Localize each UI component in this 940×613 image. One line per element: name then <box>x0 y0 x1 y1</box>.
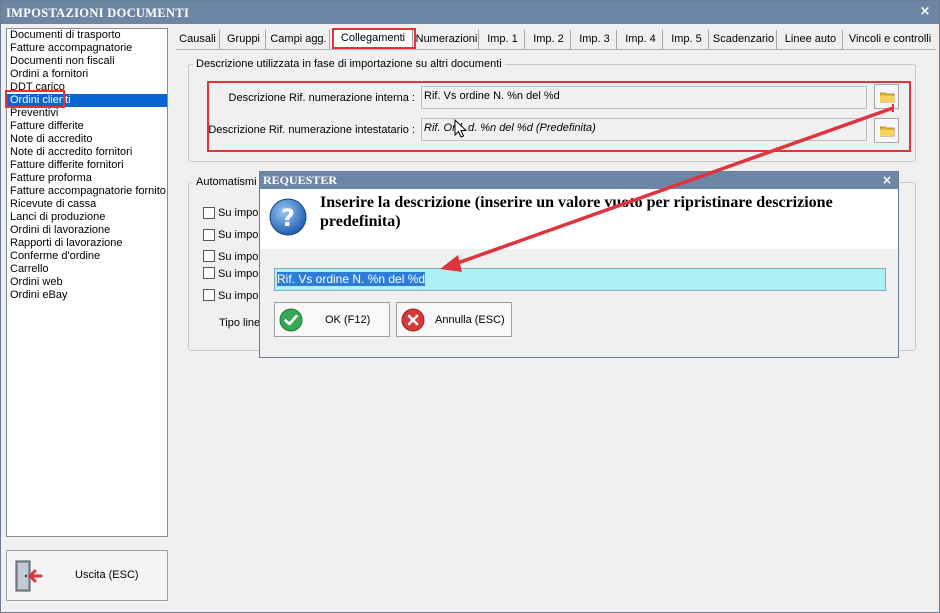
folder-icon <box>880 92 895 103</box>
description-group <box>188 64 916 162</box>
tab-causali[interactable]: Causali <box>176 30 220 49</box>
document-type-item[interactable]: Documenti di trasporto <box>7 29 167 42</box>
document-type-item[interactable]: Note di accredito fornitori <box>7 146 167 159</box>
import-checkbox-label-1: Su impor <box>218 207 263 219</box>
dialog-close-icon[interactable]: × <box>882 173 892 187</box>
browse-internal-button[interactable] <box>874 84 899 109</box>
dialog-message: Inserire la descrizione (inserire un val… <box>320 194 833 230</box>
description-input[interactable]: Rif. Vs ordine N. %n del %d <box>274 268 886 291</box>
document-type-item[interactable]: Note di accredito <box>7 133 167 146</box>
import-checkbox-4[interactable] <box>203 267 215 279</box>
document-type-item[interactable]: Ordini clienti <box>7 94 167 107</box>
exit-button-label: Uscita (ESC) <box>75 569 139 581</box>
browse-holder-button[interactable] <box>874 118 899 143</box>
tab-imp-5[interactable]: Imp. 5 <box>665 30 709 49</box>
tab-imp-1[interactable]: Imp. 1 <box>481 30 525 49</box>
dialog-titlebar: REQUESTER <box>260 172 898 189</box>
svg-text:?: ? <box>281 204 295 232</box>
import-checkbox-label-4: Su impor <box>218 268 263 280</box>
document-type-item[interactable]: Ordini web <box>7 276 167 289</box>
document-type-list[interactable]: Documenti di trasporto Fatture accompagna… <box>6 28 168 537</box>
document-type-item[interactable]: Carrello <box>7 263 167 276</box>
document-type-item[interactable]: Ordini di lavorazione <box>7 224 167 237</box>
document-type-item[interactable]: Ordini eBay <box>7 289 167 302</box>
import-checkbox-5[interactable] <box>203 289 215 301</box>
document-type-item[interactable]: Ordini a fornitori <box>7 68 167 81</box>
document-type-item[interactable]: Fatture accompagnatorie fornito <box>7 185 167 198</box>
document-type-item[interactable]: Fatture differite <box>7 120 167 133</box>
window-titlebar: IMPOSTAZIONI DOCUMENTI <box>1 1 939 24</box>
tab-numerazioni[interactable]: Numerazioni <box>415 30 479 49</box>
cancel-button[interactable]: Annulla (ESC) <box>396 302 512 337</box>
import-checkbox-label-2: Su impor <box>218 229 263 241</box>
document-type-item[interactable]: Fatture proforma <box>7 172 167 185</box>
tab-imp-3[interactable]: Imp. 3 <box>573 30 617 49</box>
document-type-item[interactable]: DDT carico <box>7 81 167 94</box>
tab-divider <box>176 49 936 50</box>
dialog-header: ? Inserire la descrizione (inserire un v… <box>260 189 898 249</box>
import-checkbox-1[interactable] <box>203 207 215 219</box>
automatismi-group-title: Automatismi d <box>193 176 269 188</box>
window-title: IMPOSTAZIONI DOCUMENTI <box>6 6 190 20</box>
tab-collegamenti[interactable]: Collegamenti <box>333 28 413 50</box>
cancel-icon <box>401 308 425 332</box>
holder-description-field[interactable]: Rif. Ord. d. %n del %d (Predefinita) <box>421 118 867 141</box>
exit-button[interactable]: Uscita (ESC) <box>6 550 168 601</box>
description-group-title: Descrizione utilizzata in fase di import… <box>193 58 505 70</box>
document-type-item[interactable]: Fatture differite fornitori <box>7 159 167 172</box>
question-icon: ? <box>269 198 307 236</box>
dialog-title: REQUESTER <box>263 173 338 187</box>
description-input-value: Rif. Vs ordine N. %n del %d <box>277 272 426 286</box>
import-checkbox-2[interactable] <box>203 229 215 241</box>
cancel-button-label: Annulla (ESC) <box>435 314 505 326</box>
document-type-item[interactable]: Fatture accompagnatorie <box>7 42 167 55</box>
document-type-item[interactable]: Rapporti di lavorazione <box>7 237 167 250</box>
ok-button-label: OK (F12) <box>325 314 371 326</box>
check-icon <box>279 308 303 332</box>
mouse-cursor-icon <box>454 119 468 138</box>
document-type-item[interactable]: Preventivi <box>7 107 167 120</box>
tab-scadenzario[interactable]: Scadenzario <box>711 30 777 49</box>
tab-imp-2[interactable]: Imp. 2 <box>527 30 571 49</box>
internal-description-label: Descrizione Rif. numerazione interna : <box>228 92 415 104</box>
internal-description-field[interactable]: Rif. Vs ordine N. %n del %d <box>421 86 867 109</box>
ok-button[interactable]: OK (F12) <box>274 302 390 337</box>
holder-description-label: Descrizione Rif. numerazione intestatari… <box>208 124 415 136</box>
requester-dialog: REQUESTER × ? Inserire la descrizione (i… <box>259 171 899 358</box>
document-type-item[interactable]: Lanci di produzione <box>7 211 167 224</box>
document-type-item[interactable]: Documenti non fiscali <box>7 55 167 68</box>
tab-campi-agg[interactable]: Campi agg. <box>268 30 330 49</box>
document-type-item[interactable]: Ricevute di cassa <box>7 198 167 211</box>
folder-icon <box>880 126 895 137</box>
document-type-item[interactable]: Conferme d'ordine <box>7 250 167 263</box>
import-checkbox-label-3: Su impor <box>218 251 263 263</box>
import-checkbox-label-5: Su impor <box>218 290 263 302</box>
close-icon[interactable]: × <box>918 5 932 19</box>
exit-door-icon <box>15 560 43 592</box>
import-checkbox-3[interactable] <box>203 250 215 262</box>
tab-gruppi[interactable]: Gruppi <box>222 30 266 49</box>
tab-imp-4[interactable]: Imp. 4 <box>619 30 663 49</box>
tab-linee-auto[interactable]: Linee auto <box>779 30 843 49</box>
tab-vincoli-controlli[interactable]: Vincoli e controlli <box>845 30 935 49</box>
